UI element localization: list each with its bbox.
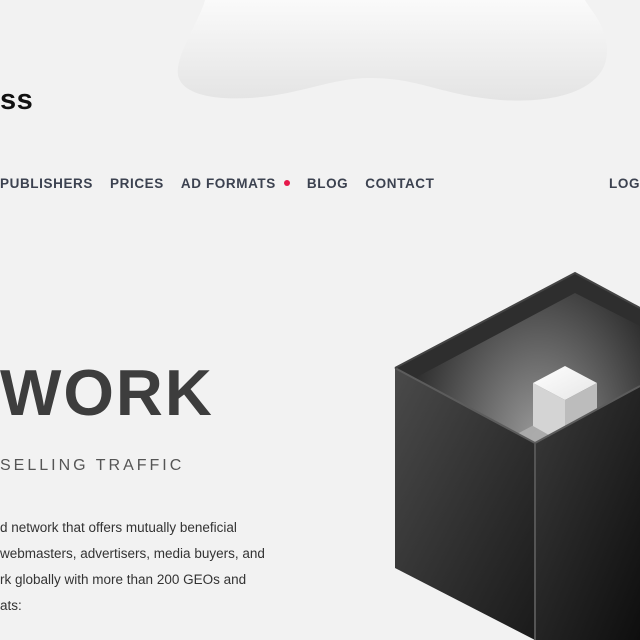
hero-description-line: rk globally with more than 200 GEOs and (0, 572, 247, 587)
nav-item-blog[interactable]: BLOG (307, 176, 348, 191)
nav-item-publishers[interactable]: PUBLISHERS (0, 176, 93, 191)
hero-title: WORK (0, 356, 214, 429)
nav-item-contact[interactable]: CONTACT (365, 176, 434, 191)
brand-logo[interactable]: ss (0, 84, 33, 117)
main-navigation: PUBLISHERS PRICES AD FORMATS BLOG CONTAC… (0, 176, 452, 191)
cube-icon (394, 271, 640, 640)
nav-item-ad-formats[interactable]: AD FORMATS (181, 176, 290, 191)
nav-item-prices[interactable]: PRICES (110, 176, 164, 191)
background-blob (177, 0, 608, 101)
hero-description: d network that offers mutually beneficia… (0, 515, 310, 619)
hero-description-line: ats: (0, 598, 22, 613)
hero-subtitle: SELLING TRAFFIC (0, 457, 185, 474)
login-link[interactable]: LOG (609, 176, 640, 191)
hero-description-line: webmasters, advertisers, media buyers, a… (0, 546, 265, 561)
new-indicator-dot (283, 180, 290, 187)
hero-description-line: d network that offers mutually beneficia… (0, 520, 237, 535)
nav-item-ad-formats-label: AD FORMATS (180, 176, 276, 191)
